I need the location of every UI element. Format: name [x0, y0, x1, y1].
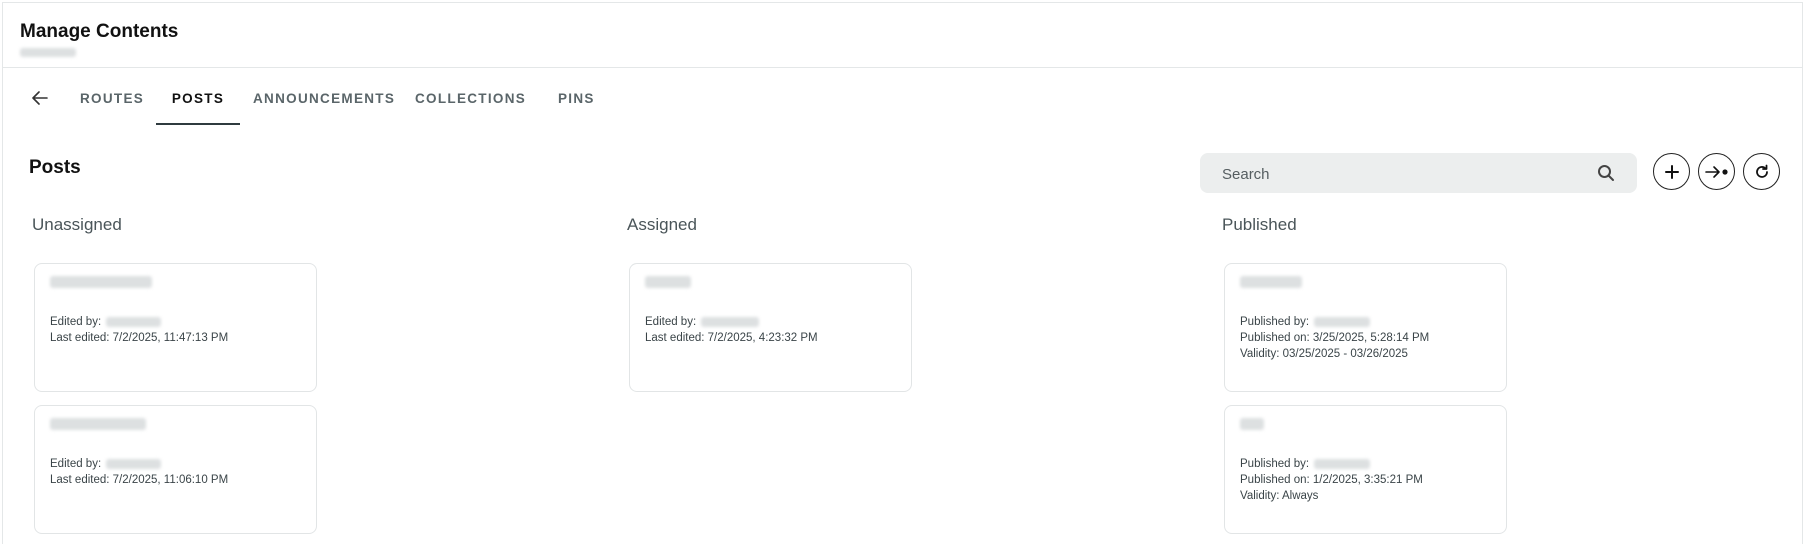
edited-by-label: Edited by:: [50, 316, 102, 328]
page-title: Manage Contents: [20, 21, 179, 42]
refresh-button[interactable]: [1743, 153, 1780, 190]
redacted-subtitle: [20, 48, 76, 57]
post-card[interactable]: Published by: Published on: 3/25/2025, 5…: [1224, 263, 1507, 392]
published-by-label: Published by:: [1240, 458, 1310, 470]
assign-button[interactable]: [1698, 153, 1735, 190]
search-icon[interactable]: [1597, 164, 1615, 182]
edited-by: Edited by:: [50, 458, 162, 470]
redacted-post-title: [1240, 276, 1302, 288]
column-title-published: Published: [1222, 215, 1297, 234]
redacted-post-title: [50, 418, 146, 430]
last-edited: Last edited: 7/2/2025, 11:06:10 PM: [50, 474, 229, 486]
redacted-editor: [701, 316, 760, 327]
validity: Validity: 03/25/2025 - 03/26/2025: [1240, 348, 1408, 360]
column-title-assigned: Assigned: [627, 215, 697, 234]
tab-announcements[interactable]: ANNOUNCEMENTS: [253, 91, 395, 121]
edited-by: Edited by:: [50, 316, 162, 328]
validity: Validity: Always: [1240, 490, 1319, 502]
tab-routes[interactable]: ROUTES: [80, 91, 144, 121]
search-box: [1200, 153, 1637, 195]
tab-pins[interactable]: PINS: [558, 91, 595, 121]
redacted-post-title: [50, 276, 152, 288]
plus-icon: [1664, 164, 1679, 179]
column-title-unassigned: Unassigned: [32, 215, 122, 234]
page-header: Manage Contents: [3, 3, 1802, 68]
redacted-editor: [106, 316, 162, 327]
tab-collections[interactable]: COLLECTIONS: [415, 91, 526, 121]
redacted-post-title: [1240, 418, 1264, 430]
post-card[interactable]: Edited by: Last edited: 7/2/2025, 4:23:3…: [629, 263, 912, 392]
edited-by-label: Edited by:: [645, 316, 697, 328]
refresh-icon: [1755, 164, 1768, 178]
post-card[interactable]: Edited by: Last edited: 7/2/2025, 11:06:…: [34, 405, 317, 534]
app-frame: Manage Contents ROUTES POSTS ANNOUNCEMEN…: [2, 2, 1803, 544]
section-title: Posts: [29, 157, 81, 178]
search-input[interactable]: [1220, 153, 1584, 195]
published-by: Published by:: [1240, 316, 1371, 328]
last-edited: Last edited: 7/2/2025, 11:47:13 PM: [50, 332, 229, 344]
published-on: Published on: 1/2/2025, 3:35:21 PM: [1240, 474, 1423, 486]
tab-posts[interactable]: POSTS: [156, 91, 240, 125]
last-edited: Last edited: 7/2/2025, 4:23:32 PM: [645, 332, 818, 344]
edited-by: Edited by:: [645, 316, 760, 328]
published-on: Published on: 3/25/2025, 5:28:14 PM: [1240, 332, 1430, 344]
redacted-post-title: [645, 276, 691, 288]
edited-by-label: Edited by:: [50, 458, 102, 470]
redacted-publisher: [1314, 316, 1371, 327]
add-post-button[interactable]: [1653, 153, 1690, 190]
published-by-label: Published by:: [1240, 316, 1310, 328]
arrow-right-dot-icon: [1704, 165, 1728, 178]
published-by: Published by:: [1240, 458, 1371, 470]
redacted-publisher: [1314, 458, 1371, 469]
post-card[interactable]: Edited by: Last edited: 7/2/2025, 11:47:…: [34, 263, 317, 392]
post-card[interactable]: Published by: Published on: 1/2/2025, 3:…: [1224, 405, 1507, 534]
arrow-left-icon: [32, 91, 48, 105]
tab-bar: ROUTES POSTS ANNOUNCEMENTS COLLECTIONS P…: [3, 67, 1802, 125]
redacted-editor: [106, 458, 162, 469]
back-button[interactable]: [29, 87, 51, 109]
